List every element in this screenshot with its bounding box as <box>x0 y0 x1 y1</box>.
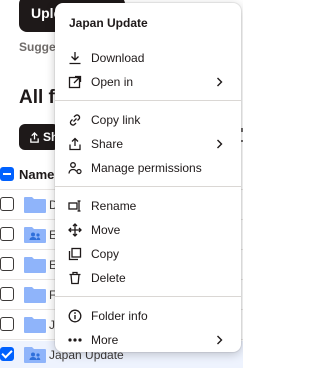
menu-item-more[interactable]: More <box>55 328 241 352</box>
folder-icon <box>24 257 46 273</box>
trash-icon <box>69 272 81 285</box>
menu-item-label: More <box>91 333 119 347</box>
column-header-name[interactable]: Name <box>19 167 54 182</box>
move-icon <box>68 222 82 237</box>
copy-icon <box>68 247 82 261</box>
open-in-icon <box>68 76 82 89</box>
row-checkbox[interactable] <box>0 227 14 241</box>
share-icon <box>69 137 81 151</box>
menu-item-label: Move <box>91 222 121 237</box>
menu-item-label: Rename <box>91 198 137 213</box>
menu-item-label: Open in <box>91 75 134 90</box>
chevron-right-icon <box>217 77 223 87</box>
menu-item-move[interactable]: Move <box>55 218 241 242</box>
menu-item-label: Share <box>91 136 124 151</box>
menu-item-download[interactable]: Download <box>55 46 241 70</box>
row-checkbox[interactable] <box>0 257 14 271</box>
row-checkbox[interactable] <box>0 317 14 331</box>
share-upload-icon <box>30 132 39 143</box>
menu-separator <box>55 295 241 297</box>
file-browser: Upload Suggested All files Share Name DE… <box>0 0 243 372</box>
info-icon <box>68 309 82 323</box>
more-icon <box>68 338 82 342</box>
menu-item-rename[interactable]: Rename <box>55 194 241 218</box>
shared-folder-icon <box>24 227 46 243</box>
menu-item-label: Delete <box>91 271 126 286</box>
menu-item-delete[interactable]: Delete <box>55 266 241 290</box>
menu-item-label: Copy link <box>91 112 141 127</box>
shared-folder-icon <box>24 347 46 363</box>
row-checkbox[interactable] <box>0 197 14 211</box>
rename-icon <box>68 199 81 212</box>
menu-item-manage-permissions[interactable]: Manage permissions <box>55 156 241 180</box>
menu-item-folder-info[interactable]: Folder info <box>55 304 241 328</box>
folder-icon <box>24 317 46 333</box>
menu-title: Japan Update <box>69 16 148 30</box>
menu-separator <box>55 99 241 101</box>
menu-separator <box>55 185 241 187</box>
menu-item-copy[interactable]: Copy <box>55 242 241 266</box>
menu-item-open-in[interactable]: Open in <box>55 70 241 94</box>
select-all-checkbox[interactable] <box>0 167 14 181</box>
link-icon <box>69 113 81 126</box>
menu-item-label: Copy <box>91 247 120 262</box>
share-button[interactable]: Share <box>19 124 59 150</box>
folder-icon <box>24 197 46 213</box>
menu-item-copy-link[interactable]: Copy link <box>55 108 241 132</box>
menu-item-share[interactable]: Share <box>55 132 241 156</box>
permissions-icon <box>68 162 82 175</box>
row-checkbox[interactable] <box>0 287 14 301</box>
context-menu: Japan Update Download Open in Copy link Sha… <box>55 3 241 352</box>
chevron-right-icon <box>217 335 223 345</box>
chevron-right-icon <box>217 139 223 149</box>
row-checkbox[interactable] <box>0 347 14 361</box>
menu-item-label: Folder info <box>91 308 148 323</box>
menu-item-label: Download <box>91 51 145 65</box>
download-icon <box>69 52 81 65</box>
menu-item-label: Manage permissions <box>91 161 202 176</box>
folder-icon <box>24 287 46 303</box>
